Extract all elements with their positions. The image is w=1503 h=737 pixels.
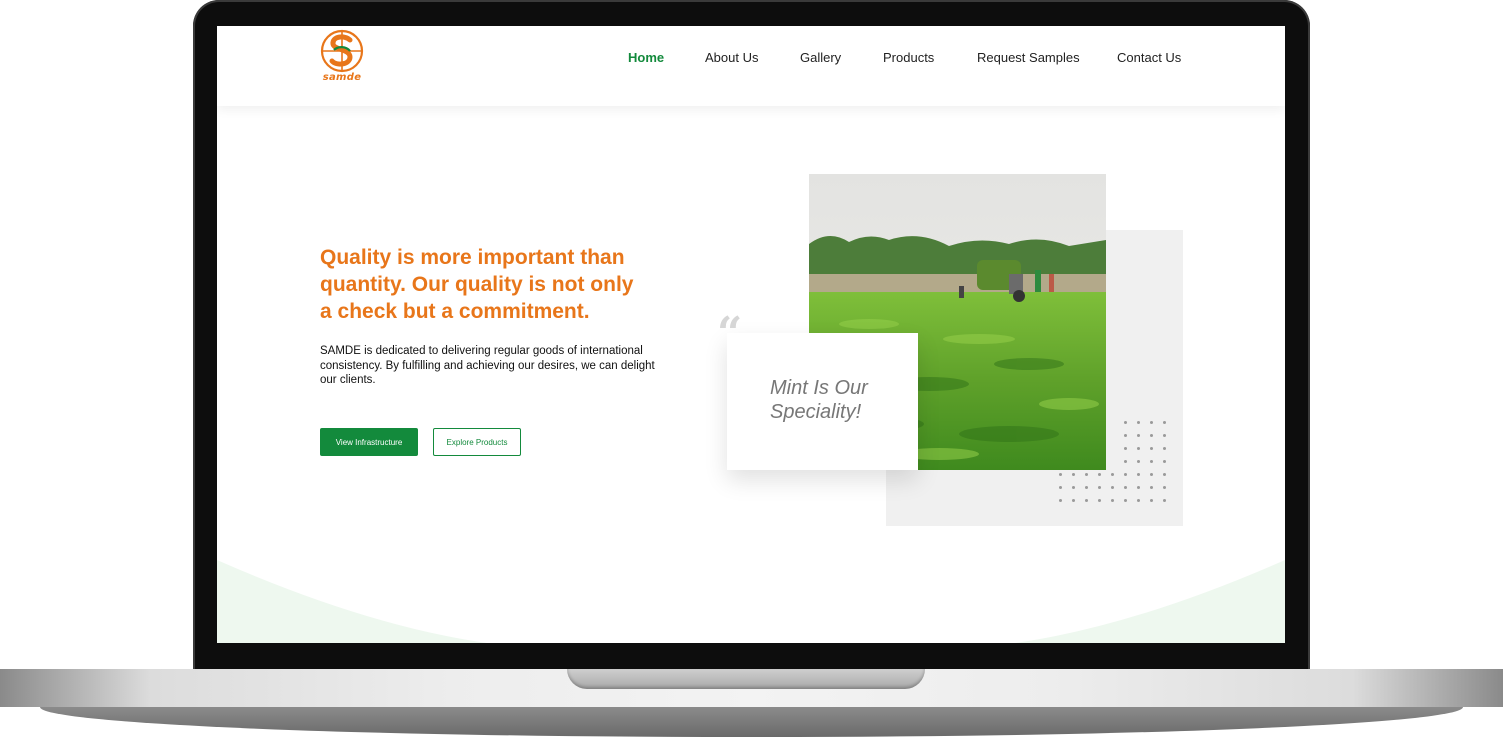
decor-dot bbox=[1059, 473, 1062, 476]
browser-screen: samde Home About Us Gallery Products Req… bbox=[217, 26, 1285, 643]
decor-dot bbox=[1137, 460, 1140, 463]
nav-about-us[interactable]: About Us bbox=[705, 50, 758, 65]
hero-headline: Quality is more important than quantity.… bbox=[320, 244, 680, 325]
decor-dot bbox=[1124, 447, 1127, 450]
decor-dot bbox=[1163, 499, 1166, 502]
navbar: samde Home About Us Gallery Products Req… bbox=[217, 26, 1285, 106]
decor-dot bbox=[1163, 434, 1166, 437]
decor-dot bbox=[1111, 486, 1114, 489]
decor-dot bbox=[1098, 486, 1101, 489]
decor-dot bbox=[1072, 486, 1075, 489]
headline-line: quantity. Our quality is not only bbox=[320, 273, 634, 296]
decor-dot bbox=[1163, 473, 1166, 476]
decor-dot bbox=[1085, 499, 1088, 502]
explore-products-button[interactable]: Explore Products bbox=[433, 428, 521, 456]
decor-dot bbox=[1059, 486, 1062, 489]
decor-dot bbox=[1085, 473, 1088, 476]
laptop-notch bbox=[567, 669, 925, 689]
decor-dot bbox=[1163, 486, 1166, 489]
decor-dot bbox=[1137, 421, 1140, 424]
decor-dot bbox=[1150, 447, 1153, 450]
decor-dot bbox=[1098, 473, 1101, 476]
decor-dot bbox=[1137, 434, 1140, 437]
decor-dot bbox=[1124, 421, 1127, 424]
decor-dot bbox=[1059, 499, 1062, 502]
nav-products[interactable]: Products bbox=[883, 50, 934, 65]
quote-text: Mint Is Our Speciality! bbox=[770, 377, 868, 423]
decor-dot bbox=[1150, 473, 1153, 476]
decor-dot bbox=[1072, 499, 1075, 502]
nav-home[interactable]: Home bbox=[628, 50, 664, 65]
nav-contact-us[interactable]: Contact Us bbox=[1117, 50, 1181, 65]
decor-dot bbox=[1163, 447, 1166, 450]
decor-dot bbox=[1137, 473, 1140, 476]
decor-dot bbox=[1085, 486, 1088, 489]
decor-dot bbox=[1163, 460, 1166, 463]
headline-line: a check but a commitment. bbox=[320, 300, 590, 323]
decor-dot bbox=[1124, 499, 1127, 502]
decor-dot bbox=[1111, 499, 1114, 502]
decor-dot bbox=[1150, 421, 1153, 424]
logo-wordmark: samde bbox=[322, 72, 362, 83]
decor-dot bbox=[1137, 447, 1140, 450]
decor-dot bbox=[1124, 434, 1127, 437]
decor-dot bbox=[1137, 486, 1140, 489]
headline-line: Quality is more important than bbox=[320, 246, 625, 269]
decor-dot bbox=[1163, 421, 1166, 424]
decor-dot bbox=[1124, 473, 1127, 476]
decor-dot bbox=[1150, 486, 1153, 489]
decor-dot bbox=[1150, 460, 1153, 463]
decor-dot bbox=[1150, 499, 1153, 502]
decor-dot bbox=[1124, 486, 1127, 489]
decor-dot bbox=[1150, 434, 1153, 437]
view-infrastructure-button[interactable]: View Infrastructure bbox=[320, 428, 418, 456]
bottom-curve-decoration bbox=[217, 560, 1285, 643]
decor-dot bbox=[1072, 473, 1075, 476]
decor-dot bbox=[1098, 499, 1101, 502]
laptop-base-shadow bbox=[40, 707, 1463, 737]
nav-request-samples[interactable]: Request Samples bbox=[977, 50, 1080, 65]
decor-dot bbox=[1137, 499, 1140, 502]
decor-dot bbox=[1111, 473, 1114, 476]
decor-dot bbox=[1124, 460, 1127, 463]
quote-icon: “ bbox=[717, 308, 743, 359]
hero-paragraph: SAMDE is dedicated to delivering regular… bbox=[320, 345, 655, 386]
nav-gallery[interactable]: Gallery bbox=[800, 50, 841, 65]
